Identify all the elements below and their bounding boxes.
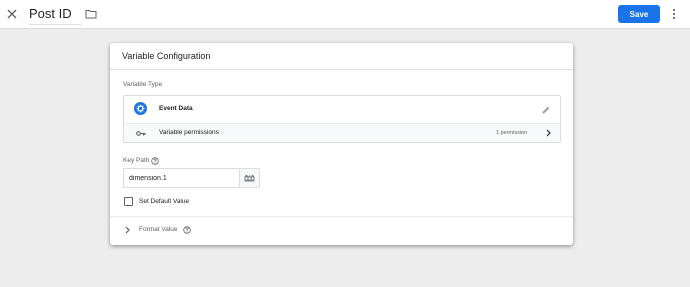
key-icon — [136, 129, 146, 138]
divider — [110, 216, 573, 217]
variable-permissions-label: Variable permissions — [159, 129, 219, 136]
format-value-label: Format Value — [139, 226, 178, 233]
key-path-label: Key Path — [123, 157, 150, 164]
help-icon[interactable] — [183, 226, 191, 234]
variable-type-box: Event Data Variable permissions 1 permis… — [123, 95, 561, 143]
more-vert-icon[interactable] — [670, 6, 678, 22]
key-path-input[interactable] — [123, 168, 240, 188]
chevron-right-icon — [123, 225, 131, 235]
card-header: Variable Configuration — [110, 43, 573, 70]
variable-name-title[interactable]: Post ID — [29, 6, 81, 25]
variable-type-selector[interactable]: Event Data — [124, 96, 560, 123]
save-button[interactable]: Save — [618, 5, 660, 23]
variable-permissions-row[interactable]: Variable permissions 1 permission — [124, 123, 560, 142]
pencil-icon[interactable] — [540, 104, 551, 115]
folder-icon[interactable] — [84, 7, 98, 21]
set-default-value-checkbox[interactable] — [124, 197, 133, 206]
variable-picker-icon — [244, 174, 255, 182]
variable-type-name: Event Data — [159, 105, 193, 112]
variable-type-label: Variable Type — [123, 81, 163, 88]
variable-configuration-card: Variable Configuration Variable Type Eve… — [110, 43, 573, 245]
gear-icon — [134, 102, 147, 115]
chevron-right-icon — [544, 128, 552, 138]
card-title: Variable Configuration — [122, 51, 211, 61]
variable-picker-button[interactable] — [239, 168, 260, 188]
close-icon[interactable] — [4, 6, 20, 22]
top-bar: Post ID Save — [0, 0, 690, 29]
help-icon[interactable] — [151, 157, 159, 165]
permission-count: 1 permission — [496, 130, 528, 136]
set-default-value-label[interactable]: Set Default Value — [139, 198, 189, 205]
